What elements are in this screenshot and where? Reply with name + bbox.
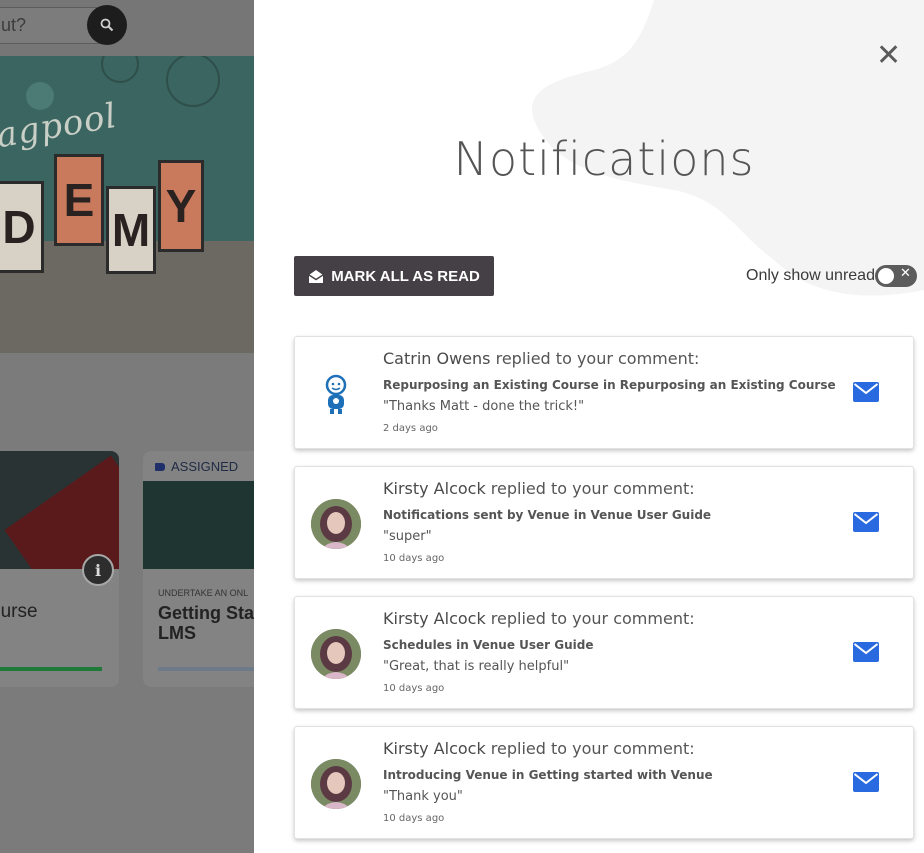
notification-action: replied to your comment: — [490, 349, 700, 368]
mail-icon[interactable] — [853, 382, 879, 402]
notification-action: replied to your comment: — [485, 479, 695, 498]
notification-action: replied to your comment: — [485, 739, 695, 758]
notification-author: Kirsty Alcock — [383, 609, 486, 628]
notification-course[interactable]: Notifications sent by Venue in Venue Use… — [383, 508, 711, 522]
notification-card[interactable]: Kirsty Alcock replied to your comment: S… — [294, 596, 914, 709]
notification-quote: "super" — [383, 529, 432, 544]
info-button[interactable]: i — [82, 554, 114, 586]
hero-banner: agpool D E M Y — [0, 56, 254, 353]
search-button[interactable] — [87, 5, 127, 45]
avatar — [311, 369, 361, 419]
user-photo-icon — [311, 499, 361, 549]
hero-tile-d: D — [0, 181, 44, 273]
assigned-badge: ASSIGNED — [155, 459, 238, 474]
notification-card[interactable]: Catrin Owens replied to your comment: Re… — [294, 336, 914, 449]
course-card-image — [143, 481, 254, 569]
mail-icon[interactable] — [853, 512, 879, 532]
notification-quote: "Thanks Matt - done the trick!" — [383, 399, 585, 414]
notification-time: 2 days ago — [383, 423, 438, 434]
avatar — [311, 629, 361, 679]
course-progress-bar — [158, 667, 254, 671]
mark-all-read-label: MARK ALL AS READ — [331, 267, 480, 285]
hero-tile-e: E — [54, 154, 104, 246]
mail-icon[interactable] — [853, 642, 879, 662]
notifications-panel: ✕ Notifications MARK ALL AS READ Only sh… — [254, 0, 924, 853]
course-card-title-2: LMS — [158, 623, 196, 643]
only-unread-toggle[interactable]: ✕ — [875, 265, 917, 287]
only-unread-label: Only show unread — [746, 267, 875, 284]
notification-card[interactable]: Kirsty Alcock replied to your comment: N… — [294, 466, 914, 579]
tag-icon — [155, 462, 165, 471]
robot-mascot-icon — [325, 374, 347, 414]
notification-quote: "Thank you" — [383, 789, 463, 804]
hero-tile-m: M — [106, 186, 156, 274]
toggle-off-icon: ✕ — [900, 266, 911, 281]
user-photo-icon — [311, 759, 361, 809]
notification-headline: Catrin Owens replied to your comment: — [383, 349, 699, 368]
notification-author: Kirsty Alcock — [383, 739, 486, 758]
notification-card[interactable]: Kirsty Alcock replied to your comment: I… — [294, 726, 914, 839]
notification-quote: "Great, that is really helpful" — [383, 659, 570, 674]
notification-course[interactable]: Schedules in Venue User Guide — [383, 638, 594, 652]
search-icon — [100, 18, 114, 32]
course-card-title: Getting Star — [158, 603, 254, 623]
close-button[interactable]: ✕ — [876, 41, 901, 71]
notification-action: replied to your comment: — [485, 609, 695, 628]
notification-course[interactable]: Introducing Venue in Getting started wit… — [383, 768, 713, 782]
notification-headline: Kirsty Alcock replied to your comment: — [383, 739, 695, 758]
toggle-knob — [878, 268, 894, 284]
course-card-overline: UNDERTAKE AN ONL — [158, 588, 249, 598]
avatar — [311, 499, 361, 549]
course-card[interactable]: ASSIGNED UNDERTAKE AN ONL Getting Star L… — [143, 451, 254, 687]
avatar — [311, 759, 361, 809]
user-photo-icon — [311, 629, 361, 679]
panel-title: Notifications — [453, 132, 755, 186]
notification-headline: Kirsty Alcock replied to your comment: — [383, 609, 695, 628]
hero-tile-y: Y — [158, 160, 204, 252]
background-page: ut? agpool D E M Y ourse i ASSIGNED — [0, 0, 254, 853]
site-header: ut? — [0, 0, 254, 56]
mark-all-read-button[interactable]: MARK ALL AS READ — [294, 256, 494, 296]
notification-course[interactable]: Repurposing an Existing Course in Repurp… — [383, 378, 836, 392]
course-card-title: ourse — [0, 601, 38, 622]
notification-headline: Kirsty Alcock replied to your comment: — [383, 479, 695, 498]
notification-time: 10 days ago — [383, 683, 445, 694]
notification-author: Catrin Owens — [383, 349, 491, 368]
course-progress-bar — [0, 667, 102, 671]
notification-time: 10 days ago — [383, 813, 445, 824]
envelope-open-icon — [308, 269, 324, 283]
mail-icon[interactable] — [853, 772, 879, 792]
notification-author: Kirsty Alcock — [383, 479, 486, 498]
course-card-image — [0, 451, 119, 569]
notification-time: 10 days ago — [383, 553, 445, 564]
